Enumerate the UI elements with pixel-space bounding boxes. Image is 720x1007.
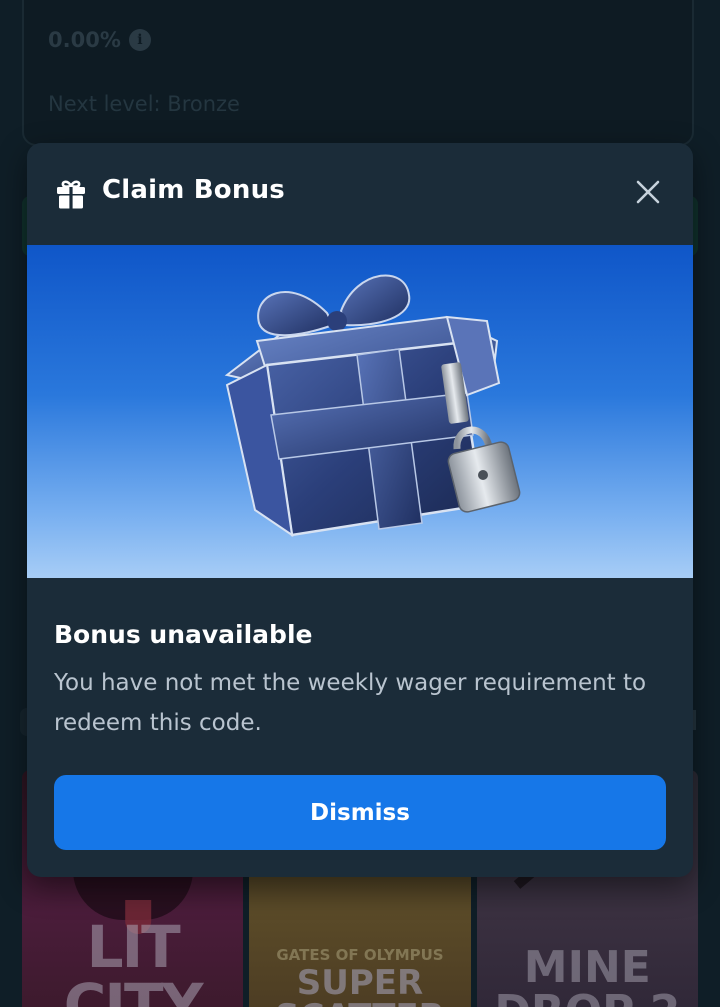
game-subtitle: GATES OF OLYMPUS	[276, 946, 444, 964]
status-heading: Bonus unavailable	[54, 620, 313, 649]
locked-gift-illustration	[27, 245, 693, 578]
progress-value: 0.00%	[48, 28, 121, 52]
dismiss-button[interactable]: Dismiss	[54, 775, 666, 850]
modal-body: Bonus unavailable You have not met the w…	[54, 619, 666, 743]
game-title: SUPER SCATTER	[275, 963, 445, 1007]
claim-bonus-modal: Claim Bonus Bonus unavailable You have n…	[27, 143, 693, 877]
gift-icon	[55, 178, 87, 210]
game-title: LIT CITY	[63, 913, 204, 1007]
page: 0.00% i Next level: Bronze LIT CITY GATE…	[0, 0, 720, 1007]
vip-progress-card	[22, 0, 694, 146]
close-button[interactable]	[631, 177, 665, 211]
info-icon[interactable]: i	[128, 29, 151, 51]
close-icon	[635, 179, 661, 209]
status-message: You have not met the weekly wager requir…	[54, 670, 647, 736]
modal-header: Claim Bonus	[27, 143, 693, 245]
progress-percent: 0.00% i	[48, 28, 151, 52]
modal-title: Claim Bonus	[102, 175, 285, 205]
game-title: MINE DROP 2	[494, 942, 680, 1007]
next-level-label: Next level: Bronze	[48, 92, 240, 116]
